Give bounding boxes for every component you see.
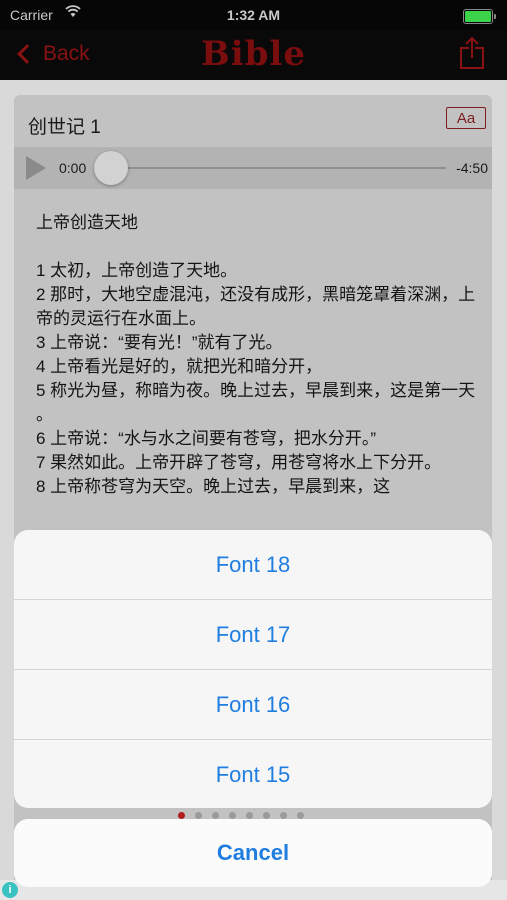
page-dot [212,812,219,819]
status-time: 1:32 AM [226,7,281,23]
page-dot [297,812,304,819]
section-title: 上帝创造天地 [36,213,138,232]
font-size-button[interactable]: Aa [446,107,486,129]
verse: 4 上帝看光是好的，就把光和暗分开， [36,357,323,376]
ad-info-icon[interactable]: i [2,882,18,898]
page-dot [246,812,253,819]
page-indicator[interactable] [178,812,304,819]
font-option-16[interactable]: Font 16 [14,670,492,740]
battery-icon [463,9,496,24]
nav-bar: Back Bible [0,30,507,80]
verse: 2 那时，大地空虚混沌，还没有成形，黑暗笼罩着深渊，上帝的灵运行在水面上。 [36,285,476,328]
current-time: 0:00 [59,160,87,176]
font-option-17[interactable]: Font 17 [14,600,492,670]
verse: 5 称光为昼，称暗为夜。晚上过去，早晨到来，这是第一天 。 [36,381,476,424]
verse: 3 上帝说：“要有光！”就有了光。 [36,333,283,352]
verse: 8 上帝称苍穹为天空。晚上过去，早晨到来，这 [36,477,391,496]
share-icon[interactable] [459,36,485,70]
page-dot [229,812,236,819]
page-dot [263,812,270,819]
font-option-18[interactable]: Font 18 [14,530,492,600]
remaining-time: -4:50 [456,160,488,176]
verse: 7 果然如此。上帝开辟了苍穹，用苍穹将水上下分开。 [36,453,442,472]
font-option-15[interactable]: Font 15 [14,740,492,808]
page-dot [195,812,202,819]
font-action-sheet: Font 18 Font 17 Font 16 Font 15 [14,530,492,808]
cancel-button[interactable]: Cancel [14,819,492,887]
chapter-text: 上帝创造天地 1 太初，上帝创造了天地。 2 那时，大地空虚混沌，还没有成形，黑… [36,211,476,499]
audio-player: 0:00 -4:50 [14,147,492,189]
status-bar: Carrier 1:32 AM [0,0,507,30]
page-dot [280,812,287,819]
battery-fill [465,11,491,22]
verse: 1 太初，上帝创造了天地。 [36,261,238,280]
progress-track[interactable] [96,167,446,169]
play-icon[interactable] [26,156,46,180]
verse: 6 上帝说：“水与水之间要有苍穹，把水分开。” [36,429,376,448]
progress-knob[interactable] [94,151,128,185]
page-dot [178,812,185,819]
page-title: Bible [201,34,306,74]
chapter-header: 创世记 1 Aa [14,95,492,148]
chapter-title: 创世记 1 [28,117,101,138]
